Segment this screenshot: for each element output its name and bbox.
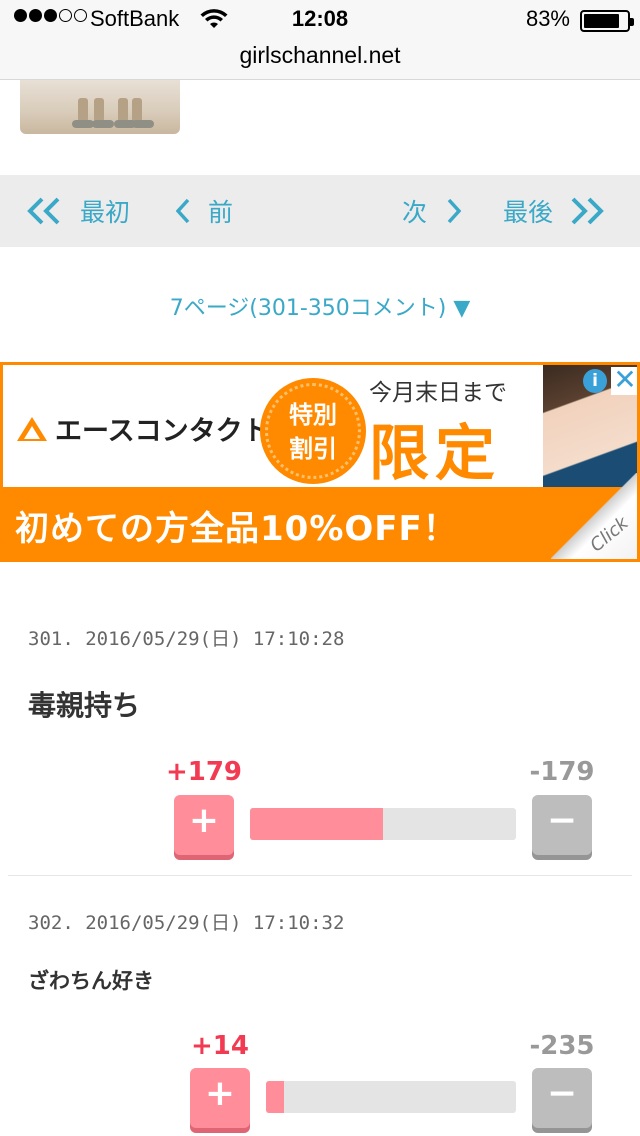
ad-click-label: Click (586, 512, 633, 557)
vote-ratio-fill (250, 808, 383, 840)
ad-brand-logo: エースコンタクト (15, 409, 270, 448)
comment-meta: 301. 2016/05/29(日) 17:10:28 (28, 628, 345, 650)
article-thumbnail[interactable] (20, 80, 180, 134)
ad-info-icon[interactable]: i (583, 369, 607, 393)
comment-text: ざわちん好き (28, 969, 154, 993)
ad-logo-mark-icon (17, 416, 47, 441)
ad-subtext: 今月末日まで (369, 380, 507, 406)
plus-count: +179 (165, 757, 243, 787)
plus-icon: + (188, 800, 220, 841)
chevron-right-icon (447, 198, 462, 224)
ad-offer-strip: 初めての方全品10%OFF！ (3, 487, 637, 559)
minus-icon: − (546, 1073, 578, 1114)
comment-text: 毒親持ち (28, 689, 141, 722)
plus-icon: + (204, 1073, 236, 1114)
minus-vote-button[interactable]: − (532, 795, 592, 855)
pagination-bar: 最初 前 次 最後 (0, 175, 640, 247)
status-bar: SoftBank 12:08 83% girlschannel.net (0, 0, 640, 80)
vote-ratio-bar (266, 1081, 516, 1113)
next-page-link[interactable]: 次 (402, 175, 462, 247)
ad-offer-text: 初めての方全品10%OFF！ (15, 509, 458, 549)
battery-icon (580, 10, 634, 32)
plus-count: +14 (191, 1031, 249, 1061)
battery-percent: 83% (525, 6, 570, 31)
last-page-label: 最後 (503, 198, 554, 227)
first-page-label: 最初 (80, 198, 131, 227)
last-page-link[interactable]: 最後 (503, 175, 605, 247)
prev-page-label: 前 (208, 198, 234, 227)
minus-count: -235 (529, 1031, 595, 1061)
plus-vote-button[interactable]: + (190, 1068, 250, 1128)
ad-headline: 限定 (369, 419, 501, 489)
minus-icon: − (546, 800, 578, 841)
vote-ratio-bar (250, 808, 516, 840)
ad-badge-line1: 特別 (289, 401, 337, 429)
plus-vote-button[interactable]: + (174, 795, 234, 855)
ad-brand-name: エースコンタクト (55, 416, 270, 447)
page-selector[interactable]: 7ページ(301-350コメント) ▼ (0, 290, 640, 322)
comment-divider (8, 875, 632, 876)
ad-close-icon[interactable]: ✕ (611, 366, 637, 395)
next-page-label: 次 (402, 198, 428, 227)
double-chevron-left-icon (27, 197, 60, 225)
ad-banner[interactable]: エースコンタクト 特別 割引 今月末日まで 限定 i ✕ 初めての方全品10%O… (0, 362, 640, 562)
minus-vote-button[interactable]: − (532, 1068, 592, 1128)
vote-ratio-fill (266, 1081, 284, 1113)
comment-meta: 302. 2016/05/29(日) 17:10:32 (28, 912, 345, 934)
first-page-link[interactable]: 最初 (26, 175, 130, 247)
chevron-left-icon (176, 198, 190, 224)
address-bar-url[interactable]: girlschannel.net (0, 42, 640, 69)
double-chevron-right-icon (571, 197, 604, 225)
ad-click-corner[interactable]: Click (551, 473, 637, 559)
minus-count: -179 (529, 757, 595, 787)
ad-discount-badge: 特別 割引 (265, 383, 361, 479)
ad-badge-line2: 割引 (289, 435, 337, 463)
prev-page-link[interactable]: 前 (176, 175, 233, 247)
